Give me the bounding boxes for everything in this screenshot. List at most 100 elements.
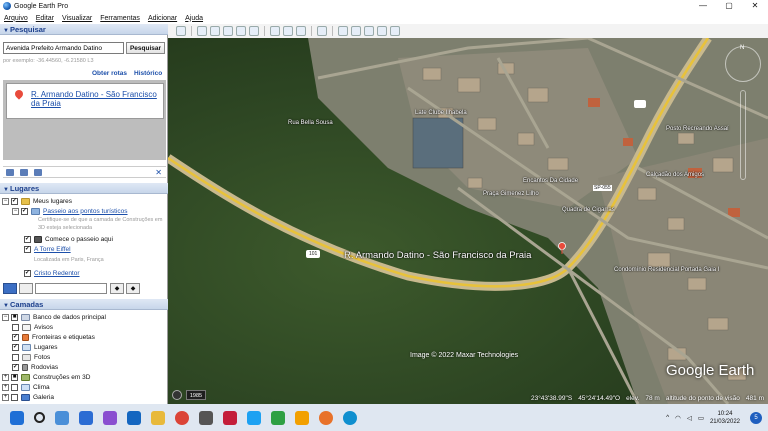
layer-item[interactable]: + ■ Construções em 3D	[2, 372, 90, 382]
map-label[interactable]: Encantos Da Cidade	[523, 178, 578, 184]
places-panel-header[interactable]: ▼Lugares	[0, 183, 168, 194]
menu-adicionar[interactable]: Adicionar	[148, 15, 177, 22]
ruler-icon[interactable]	[317, 26, 327, 36]
layer-item[interactable]: ✓ Fronteiras e etiquetas	[12, 332, 95, 342]
start-icon[interactable]	[10, 410, 24, 425]
clock[interactable]: 10:24 21/03/2022	[710, 410, 740, 426]
menu-ajuda[interactable]: Ajuda	[185, 15, 203, 22]
tree-item[interactable]: ✓ Comece o passeio aqui	[24, 234, 113, 244]
file-explorer-icon[interactable]	[151, 410, 165, 425]
email-icon[interactable]	[338, 26, 348, 36]
checkbox[interactable]: ✓	[11, 197, 18, 205]
map-label[interactable]: Rua Bella Sousa	[288, 120, 333, 126]
historical-imagery-icon[interactable]	[270, 26, 280, 36]
chrome-icon[interactable]	[175, 410, 189, 425]
search-button[interactable]: Pesquisar	[126, 42, 165, 54]
close-button[interactable]: ✕	[742, 0, 768, 12]
map-label[interactable]: Quadra de Cigarras	[562, 207, 615, 213]
polygon-icon[interactable]	[210, 26, 220, 36]
image-overlay-icon[interactable]	[236, 26, 246, 36]
planets-icon[interactable]	[296, 26, 306, 36]
volume-icon[interactable]: ◁	[687, 414, 692, 422]
places-filter-input[interactable]	[35, 282, 107, 294]
result-item[interactable]: R. Armando Datino - São Francisco da Pra…	[6, 83, 164, 119]
checkbox[interactable]	[11, 383, 18, 391]
map-label[interactable]: Calçadão dos Amigos	[646, 172, 704, 178]
path-icon[interactable]	[223, 26, 233, 36]
layer-item[interactable]: ✓ Lugares	[12, 342, 58, 352]
checkbox[interactable]	[12, 323, 19, 331]
record-tour-icon[interactable]	[249, 26, 259, 36]
checkbox[interactable]: ✓	[21, 207, 28, 215]
layer-item[interactable]: ✓ Rodovias	[12, 362, 58, 372]
tour-icon[interactable]	[172, 390, 182, 400]
app-icon[interactable]	[295, 410, 309, 425]
tray-chevron-icon[interactable]: ^	[666, 414, 669, 421]
app-icon[interactable]	[319, 410, 333, 425]
app-icon[interactable]	[247, 410, 261, 425]
layer-item[interactable]: − ■ Banco de dados principal	[2, 312, 106, 322]
print-icon[interactable]	[34, 168, 42, 176]
minimize-button[interactable]: —	[690, 0, 716, 12]
expand-toggle[interactable]: +	[2, 393, 9, 401]
expand-toggle[interactable]: −	[12, 207, 19, 215]
save-image-icon[interactable]	[364, 26, 374, 36]
result-link[interactable]: R. Armando Datino - São Francisco da Pra…	[31, 90, 161, 108]
previous-icon[interactable]: ◆	[110, 282, 124, 294]
notification-badge[interactable]: 5	[750, 411, 762, 424]
search-places-icon[interactable]	[3, 282, 17, 294]
layer-item[interactable]: Avisos	[12, 322, 53, 332]
placemark-icon[interactable]	[197, 26, 207, 36]
search-input[interactable]	[3, 42, 124, 54]
checkbox[interactable]: ✓	[12, 333, 19, 341]
expand-toggle[interactable]: +	[2, 383, 9, 391]
tree-item[interactable]: ✓ A Torre Eiffel	[24, 244, 71, 254]
zoom-slider[interactable]	[740, 90, 746, 180]
clear-results-icon[interactable]: ✕	[155, 168, 162, 177]
battery-icon[interactable]: ▭	[698, 414, 704, 422]
earth-icon[interactable]	[390, 26, 400, 36]
checkbox[interactable]	[11, 393, 18, 401]
maximize-button[interactable]: ▢	[716, 0, 742, 12]
task-view-icon[interactable]	[55, 410, 69, 425]
tree-link[interactable]: A Torre Eiffel	[34, 246, 71, 253]
sidebar-panel-icon[interactable]	[19, 282, 33, 294]
compass-icon[interactable]: N	[725, 45, 761, 82]
layer-item[interactable]: + Clima	[2, 382, 50, 392]
checkbox[interactable]: ■	[11, 373, 18, 381]
checkbox[interactable]: ■	[11, 313, 18, 321]
sidebar-toggle-icon[interactable]	[176, 26, 186, 36]
sun-icon[interactable]	[283, 26, 293, 36]
expand-toggle[interactable]: −	[2, 197, 9, 205]
search-panel-header[interactable]: ▼Pesquisar	[0, 24, 168, 35]
get-directions-link[interactable]: Obter rotas	[92, 70, 127, 77]
tree-link[interactable]: Passeio aos pontos turísticos	[43, 208, 128, 215]
mcafee-icon[interactable]	[223, 410, 237, 425]
checkbox[interactable]: ✓	[12, 363, 19, 371]
place-label[interactable]: R. Armando Datino - São Francisco da Pra…	[344, 250, 531, 261]
search-icon[interactable]	[34, 412, 45, 423]
wifi-icon[interactable]: ◠	[675, 414, 681, 422]
history-link[interactable]: Histórico	[134, 70, 162, 77]
menu-editar[interactable]: Editar	[36, 15, 54, 22]
expand-toggle[interactable]: −	[2, 313, 9, 321]
google-earth-taskbar-icon[interactable]	[199, 410, 213, 425]
menu-ferramentas[interactable]: Ferramentas	[100, 15, 140, 22]
tree-item[interactable]: − ✓ Meus lugares	[2, 196, 72, 206]
edge-icon[interactable]	[343, 410, 357, 425]
print-icon[interactable]	[351, 26, 361, 36]
tree-item[interactable]: ✓ Cristo Redentor	[24, 268, 80, 278]
tree-item[interactable]: − ✓ Passeio aos pontos turísticos	[12, 206, 128, 216]
menu-arquivo[interactable]: Arquivo	[4, 15, 28, 22]
layers-panel-header[interactable]: ▼Camadas	[0, 299, 168, 310]
checkbox[interactable]: ✓	[12, 343, 19, 351]
app-icon[interactable]	[271, 410, 285, 425]
layer-item[interactable]: + Galeria	[2, 392, 54, 402]
copy-icon[interactable]	[20, 168, 28, 176]
checkbox[interactable]: ✓	[24, 269, 31, 277]
chat-icon[interactable]	[103, 410, 117, 425]
map-view[interactable]: Rua Bella Sousa Late Clube Ilhabela Enca…	[168, 38, 768, 404]
view-in-maps-icon[interactable]	[377, 26, 387, 36]
checkbox[interactable]: ✓	[24, 235, 31, 243]
menu-visualizar[interactable]: Visualizar	[62, 15, 92, 22]
